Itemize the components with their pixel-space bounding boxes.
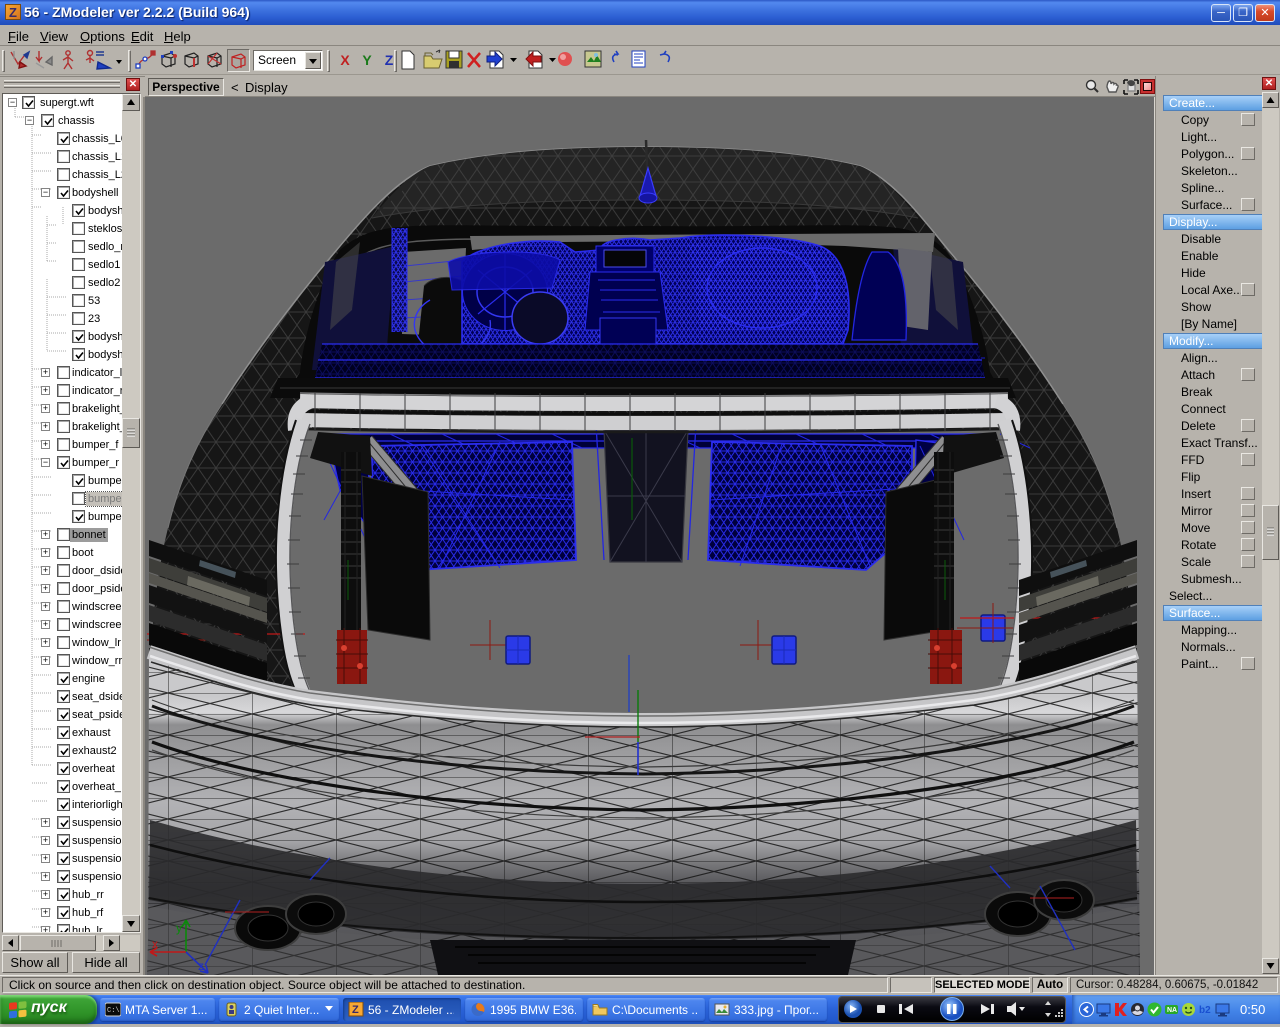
svg-text:y: y — [176, 921, 182, 935]
svg-text:NA: NA — [1167, 1007, 1177, 1014]
svg-text:x: x — [152, 937, 158, 951]
svg-text:C:\: C:\ — [107, 1007, 120, 1015]
svg-text:z: z — [198, 959, 204, 973]
svg-text:b2: b2 — [1199, 1005, 1211, 1016]
svg-text:Z: Z — [352, 1004, 359, 1016]
